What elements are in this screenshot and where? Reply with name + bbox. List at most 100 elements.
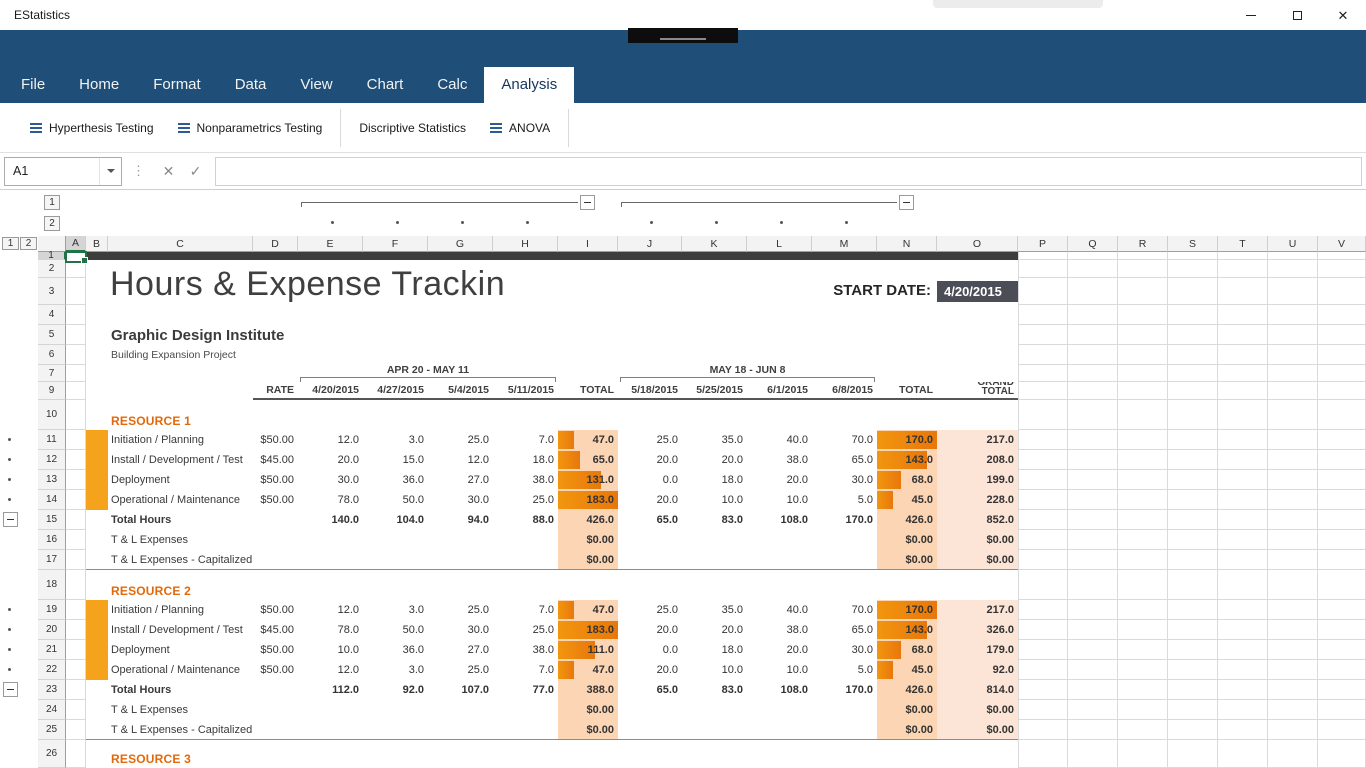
cell-E1[interactable] [298,252,363,260]
row-header-16[interactable]: 16 [38,530,66,550]
cell-S10[interactable] [1168,400,1218,430]
cell-G18[interactable] [428,570,493,600]
cell-M22[interactable]: 5.0 [812,660,877,680]
cell-F6[interactable] [363,345,428,365]
cell-B15[interactable] [86,510,108,530]
cell-A25[interactable] [66,720,86,740]
cell-D13[interactable]: $50.00 [253,470,298,490]
cell-J12[interactable]: 20.0 [618,450,682,470]
cell-F15[interactable]: 104.0 [363,510,428,530]
cell-Q10[interactable] [1068,400,1118,430]
cell-D16[interactable] [253,530,298,550]
column-header-T[interactable]: T [1218,236,1268,252]
cell-H5[interactable] [493,325,558,345]
cell-E21[interactable]: 10.0 [298,640,363,660]
cell-H18[interactable] [493,570,558,600]
cell-G26[interactable] [428,740,493,768]
cell-L26[interactable] [747,740,812,768]
cell-H11[interactable]: 7.0 [493,430,558,450]
cell-A7[interactable] [66,365,86,382]
cell-N26[interactable] [877,740,937,768]
cell-N2[interactable] [877,260,937,278]
cell-H25[interactable] [493,720,558,740]
cell-A19[interactable] [66,600,86,620]
cell-O21[interactable]: 179.0 [937,640,1018,660]
cell-V12[interactable] [1318,450,1366,470]
cell-M1[interactable] [812,252,877,260]
cell-H4[interactable] [493,305,558,325]
column-header-S[interactable]: S [1168,236,1218,252]
cell-F13[interactable]: 36.0 [363,470,428,490]
row-header-23[interactable]: 23 [38,680,66,700]
cell-K11[interactable]: 35.0 [682,430,747,450]
cell-V24[interactable] [1318,700,1366,720]
row-header-18[interactable]: 18 [38,570,66,600]
cell-T3[interactable] [1218,278,1268,305]
cell-V21[interactable] [1318,640,1366,660]
cell-C25[interactable]: T & L Expenses - Capitalized [108,720,253,740]
cell-J21[interactable]: 0.0 [618,640,682,660]
menu-tab-analysis[interactable]: Analysis [484,67,575,103]
cell-U13[interactable] [1268,470,1318,490]
cell-T6[interactable] [1218,345,1268,365]
cell-S12[interactable] [1168,450,1218,470]
row-header-25[interactable]: 25 [38,720,66,740]
cell-M18[interactable] [812,570,877,600]
cell-K19[interactable]: 35.0 [682,600,747,620]
cell-O22[interactable]: 92.0 [937,660,1018,680]
cell-G4[interactable] [428,305,493,325]
cell-M11[interactable]: 70.0 [812,430,877,450]
cell-T19[interactable] [1218,600,1268,620]
cell-H14[interactable]: 25.0 [493,490,558,510]
cell-N15[interactable]: 426.0 [877,510,937,530]
cell-H7[interactable] [493,365,558,382]
cell-G21[interactable]: 27.0 [428,640,493,660]
cell-K23[interactable]: 83.0 [682,680,747,700]
cell-V22[interactable] [1318,660,1366,680]
cell-N3[interactable] [877,278,937,305]
cell-U15[interactable] [1268,510,1318,530]
cell-E17[interactable] [298,550,363,570]
cell-U21[interactable] [1268,640,1318,660]
cell-I26[interactable] [558,740,618,768]
cell-R10[interactable] [1118,400,1168,430]
cell-N6[interactable] [877,345,937,365]
cell-O19[interactable]: 217.0 [937,600,1018,620]
cell-D26[interactable] [253,740,298,768]
cell-G5[interactable] [428,325,493,345]
cell-E10[interactable] [298,400,363,430]
cell-Q1[interactable] [1068,252,1118,260]
cell-B18[interactable] [86,570,108,600]
cell-B4[interactable] [86,305,108,325]
cell-A3[interactable] [66,278,86,305]
row-header-1[interactable]: 1 [38,250,66,261]
cell-J19[interactable]: 25.0 [618,600,682,620]
cell-F12[interactable]: 15.0 [363,450,428,470]
row-header-4[interactable]: 4 [38,305,66,325]
cell-B16[interactable] [86,530,108,550]
cell-V18[interactable] [1318,570,1366,600]
cell-R22[interactable] [1118,660,1168,680]
row-header-11[interactable]: 11 [38,430,66,450]
cell-S6[interactable] [1168,345,1218,365]
cell-H1[interactable] [493,252,558,260]
cell-I23[interactable]: 388.0 [558,680,618,700]
row-header-19[interactable]: 19 [38,600,66,620]
toolbar-button-discriptive-statistics[interactable]: Discriptive Statistics [347,113,478,143]
cell-U22[interactable] [1268,660,1318,680]
cell-T26[interactable] [1218,740,1268,768]
cell-B10[interactable] [86,400,108,430]
cell-E5[interactable] [298,325,363,345]
cell-I24[interactable]: $0.00 [558,700,618,720]
cell-J10[interactable] [618,400,682,430]
cell-C19[interactable]: Initiation / Planning [108,600,253,620]
cell-H9[interactable]: 5/11/2015 [493,382,558,400]
cell-L2[interactable] [747,260,812,278]
cell-N9[interactable]: TOTAL [877,382,937,400]
cell-M23[interactable]: 170.0 [812,680,877,700]
cell-V2[interactable] [1318,260,1366,278]
cell-L3[interactable] [747,278,812,305]
cell-D2[interactable] [253,260,298,278]
cell-K26[interactable] [682,740,747,768]
cell-N18[interactable] [877,570,937,600]
